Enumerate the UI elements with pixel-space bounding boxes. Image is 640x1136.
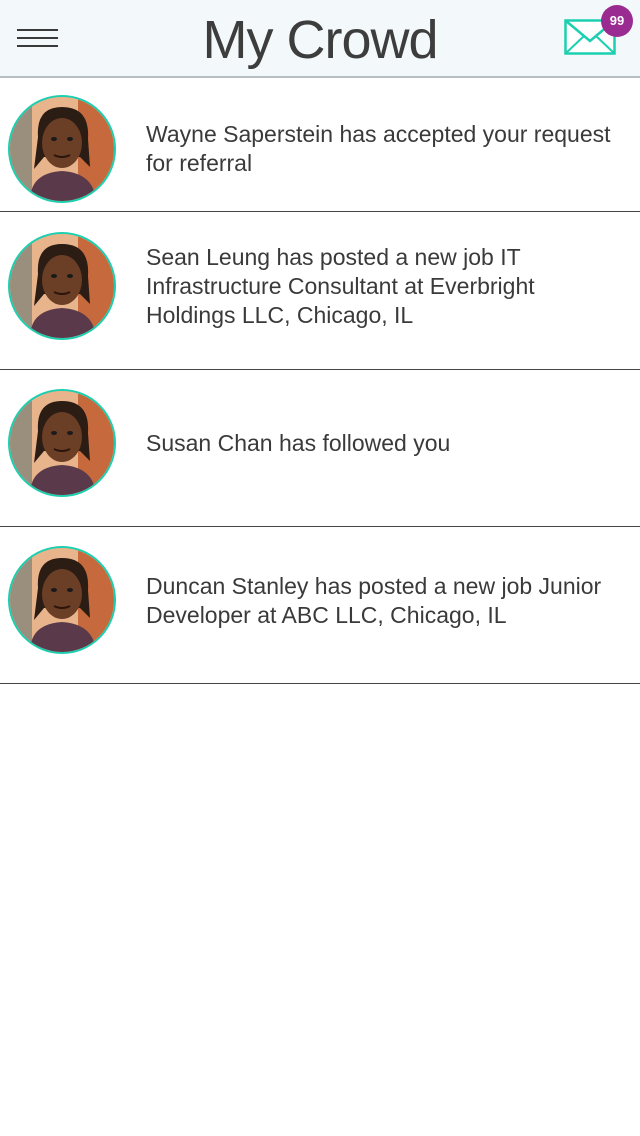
- notification-text: Sean Leung has posted a new job IT Infra…: [146, 244, 535, 328]
- notification-text: Wayne Saperstein has accepted your reque…: [146, 121, 611, 176]
- avatar: [8, 232, 116, 340]
- avatar: [8, 389, 116, 497]
- page-title: My Crowd: [202, 10, 438, 70]
- avatar: [8, 95, 116, 203]
- unread-count-badge: 99: [601, 5, 633, 37]
- user-photo: [10, 548, 114, 652]
- top-bar: My Crowd 99: [0, 0, 640, 78]
- notification-text: Susan Chan has followed you: [146, 430, 451, 456]
- menu-button[interactable]: [12, 22, 64, 56]
- user-photo: [10, 391, 114, 495]
- notification-list: Wayne Saperstein has accepted your reque…: [0, 78, 640, 684]
- notification-text: Duncan Stanley has posted a new job Juni…: [146, 573, 602, 628]
- avatar: [8, 546, 116, 654]
- notification-row[interactable]: Wayne Saperstein has accepted your reque…: [0, 78, 640, 212]
- notification-row[interactable]: Sean Leung has posted a new job IT Infra…: [0, 212, 640, 370]
- app-screen: My Crowd 99 Wayne Saperstein has accepte…: [0, 0, 640, 1136]
- user-photo: [10, 234, 114, 338]
- notification-row[interactable]: Susan Chan has followed you: [0, 370, 640, 527]
- user-photo: [10, 97, 114, 201]
- notification-row[interactable]: Duncan Stanley has posted a new job Juni…: [0, 527, 640, 684]
